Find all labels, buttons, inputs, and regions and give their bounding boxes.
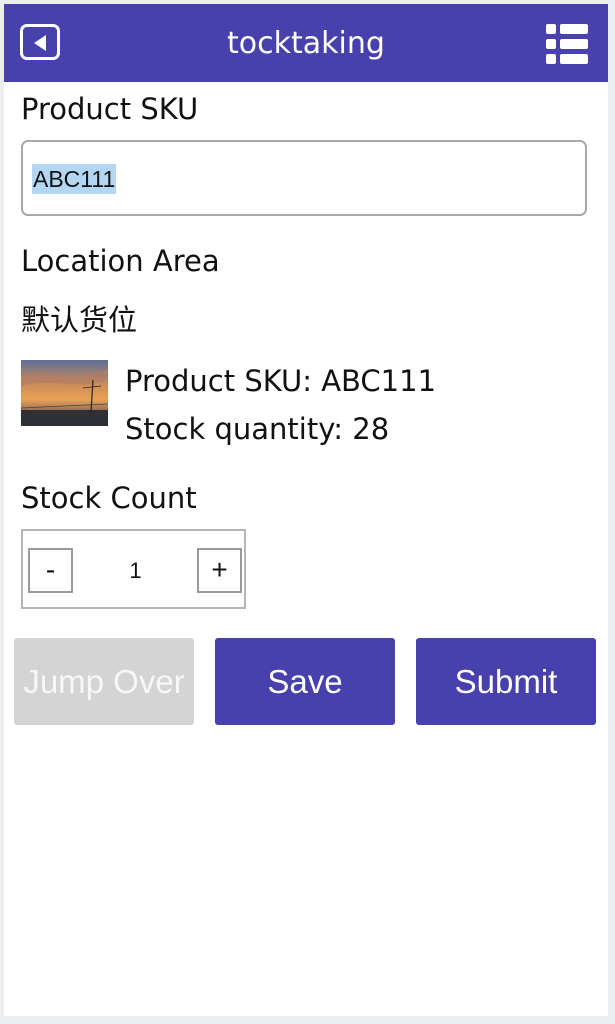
list-menu-icon [546, 24, 588, 64]
product-sku-text: Product SKU: ABC111 [125, 364, 437, 398]
stock-count-label: Stock Count [21, 481, 197, 515]
quantity-input[interactable]: 1 [83, 553, 188, 589]
back-button[interactable] [20, 24, 60, 60]
app-screen: tocktaking Product SKU ABC111 Location A… [4, 4, 608, 1016]
jump-over-button[interactable]: Jump Over [14, 638, 194, 725]
location-value: 默认货位 [21, 303, 138, 337]
header-bar: tocktaking [4, 4, 608, 82]
save-button[interactable]: Save [215, 638, 395, 725]
menu-button[interactable] [546, 24, 588, 64]
sku-input[interactable]: ABC111 [21, 140, 587, 216]
submit-button[interactable]: Submit [416, 638, 596, 725]
sku-label: Product SKU [21, 92, 199, 126]
increment-button[interactable]: + [197, 548, 242, 593]
quantity-stepper: - 1 + [21, 529, 246, 609]
location-label: Location Area [21, 244, 220, 278]
product-thumbnail [21, 360, 108, 426]
stock-quantity-text: Stock quantity: 28 [125, 412, 390, 446]
back-arrow-icon [34, 35, 46, 51]
sku-input-value: ABC111 [32, 164, 117, 194]
page-title: tocktaking [227, 26, 385, 61]
decrement-button[interactable]: - [28, 548, 73, 593]
